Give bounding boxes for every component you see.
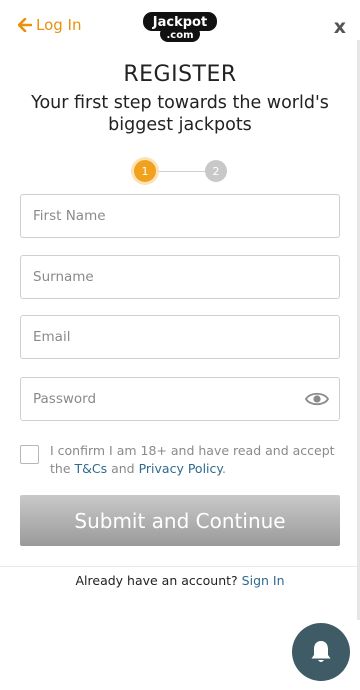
surname-field[interactable]: [20, 255, 340, 299]
terms-link[interactable]: T&Cs: [75, 461, 108, 476]
signin-row: Already have an account? Sign In: [0, 573, 360, 588]
logo-text-top: Jackpot: [152, 15, 207, 30]
password-input[interactable]: [21, 378, 339, 420]
first-name-field[interactable]: [20, 194, 340, 238]
first-name-input[interactable]: [21, 195, 339, 237]
email-input[interactable]: [21, 316, 339, 358]
close-icon: x: [333, 16, 346, 38]
back-to-login-link[interactable]: Log In: [18, 16, 82, 34]
signin-link[interactable]: Sign In: [242, 573, 285, 588]
page-subtitle: Your first step towards the world's bigg…: [31, 93, 329, 135]
arrow-left-icon: [18, 18, 32, 32]
eye-icon[interactable]: [305, 390, 329, 408]
confirm-text-middle: and: [107, 461, 139, 476]
password-field[interactable]: [20, 377, 340, 421]
page-title: REGISTER: [123, 62, 237, 87]
confirm-checkbox[interactable]: [20, 445, 39, 464]
submit-button[interactable]: Submit and Continue: [20, 495, 340, 546]
surname-input[interactable]: [21, 256, 339, 298]
notification-bell-button[interactable]: [292, 623, 350, 681]
signin-prompt: Already have an account?: [75, 573, 238, 588]
header: Log In Jackpot .com x: [0, 0, 360, 52]
step-1: 1: [134, 160, 156, 182]
close-button[interactable]: x: [334, 16, 346, 38]
privacy-policy-link[interactable]: Privacy Policy: [139, 461, 222, 476]
confirm-text: I confirm I am 18+ and have read and acc…: [50, 442, 340, 478]
bell-icon: [311, 641, 331, 662]
confirm-text-after: .: [222, 461, 226, 476]
jackpot-logo: Jackpot .com: [143, 12, 217, 42]
logo-text-bottom: .com: [166, 30, 193, 41]
divider: [0, 566, 357, 567]
step-2: 2: [205, 160, 227, 182]
email-field[interactable]: [20, 315, 340, 359]
back-label: Log In: [36, 16, 82, 34]
step-indicator: 1 2: [133, 160, 228, 184]
step-connector: [155, 171, 207, 172]
